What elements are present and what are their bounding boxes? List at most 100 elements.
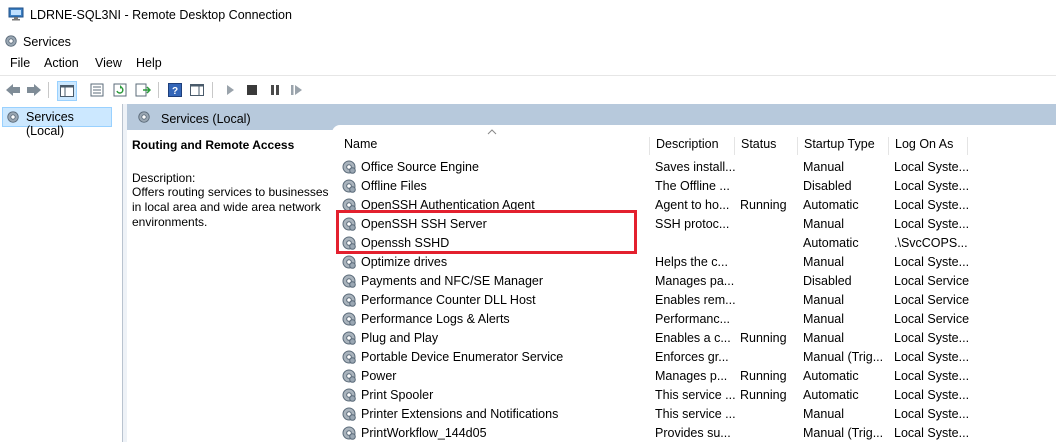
service-startup-type: Manual (Trig... <box>803 426 884 440</box>
service-startup-type: Manual <box>803 293 844 307</box>
service-description: Manages p... <box>655 369 728 383</box>
service-startup-type: Automatic <box>803 198 859 212</box>
service-startup-type: Automatic <box>803 388 859 402</box>
service-description: The Offline ... <box>655 179 730 193</box>
show-hide-console-tree-icon[interactable] <box>57 81 77 101</box>
service-startup-type: Automatic <box>803 236 859 250</box>
service-log-on-as: Local Syste... <box>894 160 970 174</box>
description-text: Offers routing services to businesses in… <box>132 185 329 229</box>
app-title: Services <box>23 35 71 49</box>
service-name: Performance Logs & Alerts <box>361 312 510 326</box>
export-list-icon[interactable] <box>134 81 152 99</box>
service-description: Enables rem... <box>655 293 735 307</box>
service-log-on-as: Local Syste... <box>894 369 970 383</box>
service-row[interactable]: Office Source Engine Saves install... Manu… <box>332 157 1056 176</box>
restart-service-icon[interactable] <box>288 81 306 99</box>
service-log-on-as: Local Service <box>894 312 970 326</box>
service-startup-type: Manual <box>803 331 844 345</box>
services-gear-icon <box>5 35 17 47</box>
service-name: Print Spooler <box>361 388 434 402</box>
back-arrow-icon[interactable] <box>4 81 22 99</box>
service-log-on-as: Local Syste... <box>894 388 970 402</box>
service-description: Manages pa... <box>655 274 735 288</box>
services-gear-icon <box>138 111 150 123</box>
service-name: Optimize drives <box>361 255 448 269</box>
pause-service-icon[interactable] <box>266 81 284 99</box>
column-header-status[interactable]: Status <box>734 137 797 155</box>
service-row[interactable]: Payments and NFC/SE Manager Manages pa...… <box>332 271 1056 290</box>
column-header-row: Name Description Status Startup Type Log… <box>332 125 1056 155</box>
app-header: Services <box>0 30 1056 52</box>
service-row[interactable]: PrintWorkflow_144d05 Provides su... Manual… <box>332 423 1056 442</box>
column-header-log-on-as[interactable]: Log On As <box>888 137 968 155</box>
window-title: LDRNE-SQL3NI - Remote Desktop Connection <box>30 8 292 22</box>
service-log-on-as: Local Syste... <box>894 198 970 212</box>
help-icon[interactable]: ? <box>166 81 184 99</box>
service-name: Plug and Play <box>361 331 439 345</box>
service-row[interactable]: Portable Device Enumerator Service Enforc… <box>332 347 1056 366</box>
stop-service-icon[interactable] <box>243 81 261 99</box>
menu-action[interactable]: Action <box>44 56 79 70</box>
service-row[interactable]: Performance Logs & Alerts Performanc... Ma… <box>332 309 1056 328</box>
forward-arrow-icon[interactable] <box>25 81 43 99</box>
service-gear-icon <box>341 425 357 444</box>
service-log-on-as: Local Syste... <box>894 407 970 421</box>
tree-item-label: Services (Local) <box>26 110 74 138</box>
services-gear-icon <box>7 111 19 123</box>
refresh-icon[interactable] <box>111 81 129 99</box>
service-name: Portable Device Enumerator Service <box>361 350 564 364</box>
selected-service-title: Routing and Remote Access <box>132 138 295 152</box>
service-log-on-as: .\SvcCOPS... <box>894 236 968 250</box>
toolbar: ? <box>0 75 1056 105</box>
console-tree: Services (Local) <box>0 104 123 442</box>
service-row[interactable]: Print Spooler This service ... Running Auto… <box>332 385 1056 404</box>
start-service-icon[interactable] <box>221 81 239 99</box>
toolbar-separator <box>212 82 213 98</box>
highlight-box <box>336 210 637 254</box>
service-description: SSH protoc... <box>655 217 730 231</box>
service-name: PrintWorkflow_144d05 <box>361 426 487 440</box>
column-header-startup-type[interactable]: Startup Type <box>797 137 888 155</box>
tree-item-services-local[interactable]: Services (Local) <box>2 107 112 138</box>
service-row[interactable]: Power Manages p... Running Automatic Local S… <box>332 366 1056 385</box>
service-row[interactable]: Printer Extensions and Notifications This… <box>332 404 1056 423</box>
service-startup-type: Disabled <box>803 179 852 193</box>
column-header-description[interactable]: Description <box>649 137 734 155</box>
service-description: Enables a c... <box>655 331 731 345</box>
menu-file[interactable]: File <box>10 56 30 70</box>
service-log-on-as: Local Syste... <box>894 350 970 364</box>
service-row[interactable]: Optimize drives Helps the c... Manual Local… <box>332 252 1056 271</box>
service-status: Running <box>740 331 787 345</box>
show-action-pane-icon[interactable] <box>188 81 206 99</box>
service-name: Office Source Engine <box>361 160 479 174</box>
service-name: Printer Extensions and Notifications <box>361 407 559 421</box>
service-description: Enforces gr... <box>655 350 729 364</box>
service-row[interactable]: Performance Counter DLL Host Enables rem.… <box>332 290 1056 309</box>
service-startup-type: Manual (Trig... <box>803 350 884 364</box>
service-startup-type: Automatic <box>803 369 859 383</box>
menu-help[interactable]: Help <box>136 56 162 70</box>
services-list: Name Description Status Startup Type Log… <box>332 125 1056 442</box>
service-startup-type: Manual <box>803 407 844 421</box>
service-startup-type: Manual <box>803 160 844 174</box>
service-log-on-as: Local Syste... <box>894 255 970 269</box>
properties-sheet-icon[interactable] <box>88 81 106 99</box>
menu-view[interactable]: View <box>95 56 122 70</box>
window-title-bar: LDRNE-SQL3NI - Remote Desktop Connection <box>0 0 1056 30</box>
service-description: This service ... <box>655 388 735 402</box>
remote-desktop-icon <box>8 7 24 21</box>
service-log-on-as: Local Syste... <box>894 331 970 345</box>
service-description: This service ... <box>655 407 735 421</box>
toolbar-separator <box>158 82 159 98</box>
service-name: Payments and NFC/SE Manager <box>361 274 544 288</box>
service-log-on-as: Local Service <box>894 274 970 288</box>
service-startup-type: Disabled <box>803 274 852 288</box>
service-row[interactable]: Plug and Play Enables a c... Running Manual… <box>332 328 1056 347</box>
service-description: Agent to ho... <box>655 198 730 212</box>
service-name: Power <box>361 369 397 383</box>
details-pane-title: Services (Local) <box>161 112 251 126</box>
details-pane: Services (Local) Routing and Remote Acce… <box>127 104 1056 442</box>
service-row[interactable]: Offline Files The Offline ... Disabled Loca… <box>332 176 1056 195</box>
column-header-name[interactable]: Name <box>338 137 652 155</box>
service-log-on-as: Local Syste... <box>894 217 970 231</box>
